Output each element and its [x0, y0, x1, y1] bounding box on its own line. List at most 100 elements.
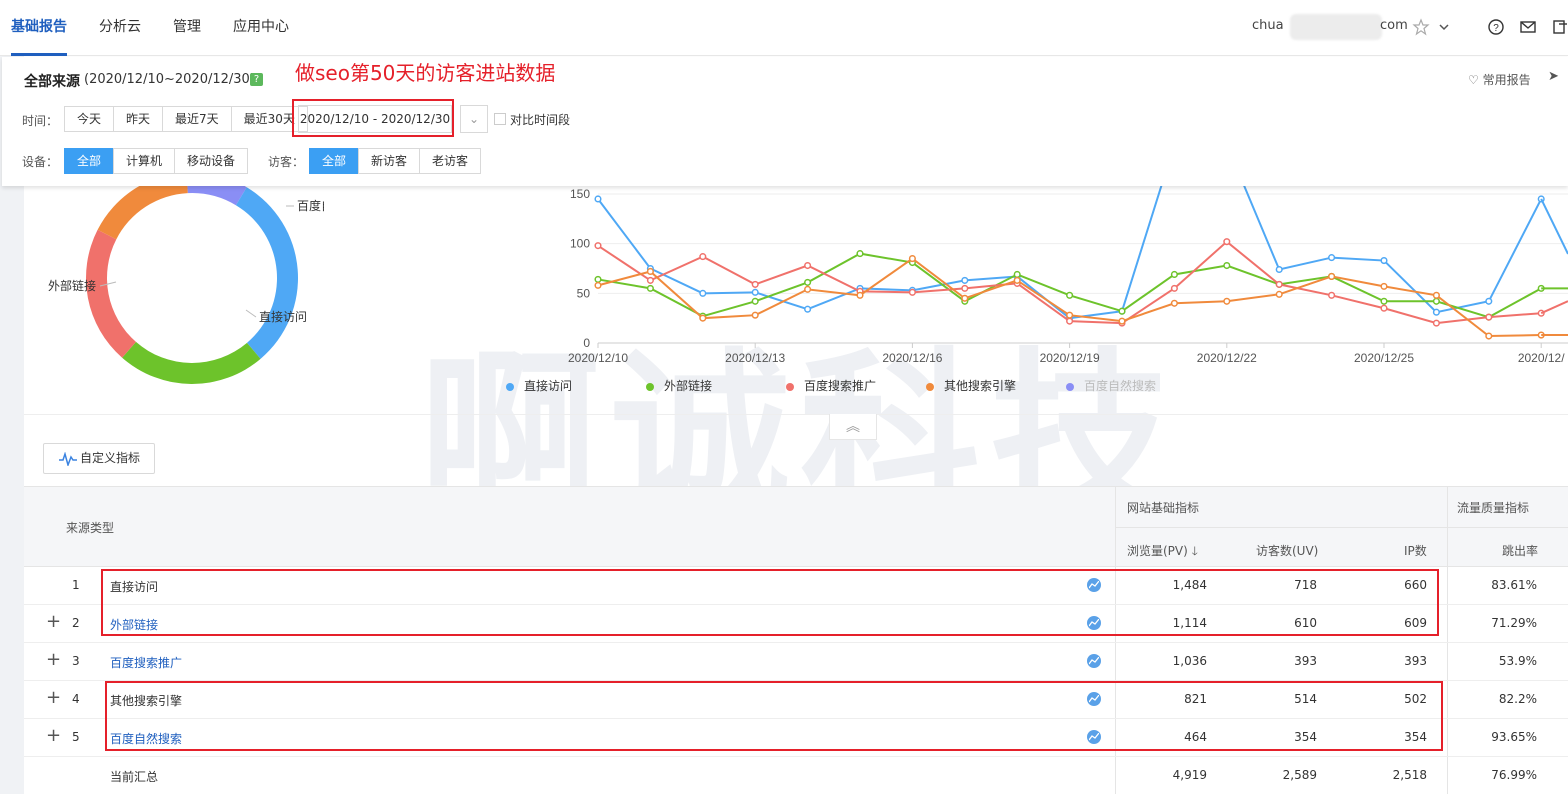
row-source-name: 其他搜索引擎	[110, 694, 183, 708]
row-uv: 354	[1294, 730, 1317, 744]
pulse-icon	[59, 452, 77, 466]
row-uv: 610	[1294, 616, 1317, 630]
table-row: +2 外部链接 1,114 610 609 71.29%	[24, 605, 1568, 643]
time-yesterday-button[interactable]: 昨天	[113, 106, 164, 132]
col-pv[interactable]: 浏览量(PV) 🡓	[1127, 542, 1198, 563]
row-index: 4	[72, 692, 80, 706]
legend-label: 百度搜索推广	[804, 379, 877, 393]
legend-dot	[786, 382, 794, 391]
row-uv: 514	[1294, 692, 1317, 706]
row-ip: 502	[1404, 692, 1427, 706]
total-bounce: 76.99%	[1491, 768, 1537, 782]
device-mobile-button[interactable]: 移动设备	[174, 148, 249, 174]
filter-panel: 全部来源 (2020/12/10~2020/12/30) ? 做seo第50天的…	[2, 57, 1568, 186]
user-account-suffix[interactable]: com	[1380, 18, 1408, 33]
table-row: +4 其他搜索引擎 821 514 502 82.2%	[24, 681, 1568, 719]
chevron-down-icon[interactable]: ⌄	[460, 105, 488, 133]
row-pv: 1,114	[1172, 616, 1207, 630]
legend-item[interactable]: 百度自然搜索	[1066, 377, 1156, 394]
row-ip: 354	[1404, 730, 1427, 744]
nav-basic-report[interactable]: 基础报告	[11, 0, 67, 56]
device-buttons: 全部 计算机 移动设备	[64, 148, 249, 174]
nav-analysis-cloud[interactable]: 分析云	[99, 0, 141, 56]
expand-icon[interactable]: +	[46, 725, 61, 746]
date-range-picker[interactable]: 2020/12/10 - 2020/12/30	[298, 105, 452, 133]
row-uv: 718	[1294, 578, 1317, 592]
group-basic-metrics: 网站基础指标	[1127, 501, 1200, 515]
legend-dot	[506, 382, 514, 391]
row-pv: 821	[1184, 692, 1207, 706]
trend-chart-icon[interactable]	[1087, 616, 1101, 630]
row-pv: 1,036	[1172, 654, 1207, 668]
expand-icon[interactable]: +	[46, 611, 61, 632]
chart-legend: 直接访问 外部链接 百度搜索推广 其他搜索引擎 百度自然搜索	[24, 186, 1568, 416]
device-computer-button[interactable]: 计算机	[113, 148, 176, 174]
row-bounce: 93.65%	[1491, 730, 1537, 744]
time-30days-button[interactable]: 最近30天	[230, 106, 308, 132]
trend-chart-icon[interactable]	[1087, 654, 1101, 668]
visitor-all-button[interactable]: 全部	[309, 148, 360, 174]
trend-chart-icon[interactable]	[1087, 692, 1101, 706]
col-ip[interactable]: IP数	[1404, 542, 1427, 559]
source-table: 来源类型 网站基础指标 流量质量指标 浏览量(PV) 🡓 访客数(UV) IP数…	[24, 486, 1568, 794]
legend-dot	[926, 382, 934, 391]
star-icon[interactable]	[1412, 18, 1430, 36]
row-source-name[interactable]: 外部链接	[110, 616, 158, 633]
chevron-down-icon[interactable]	[1435, 18, 1453, 36]
help-badge[interactable]: ?	[250, 73, 263, 86]
visitor-old-button[interactable]: 老访客	[419, 148, 482, 174]
row-uv: 393	[1294, 654, 1317, 668]
mail-icon[interactable]	[1519, 18, 1537, 36]
group-quality-metrics: 流量质量指标	[1457, 501, 1530, 515]
expand-icon[interactable]: +	[46, 687, 61, 708]
favorites-label: 常用报告	[1482, 73, 1531, 87]
row-bounce: 82.2%	[1498, 692, 1537, 706]
expand-icon[interactable]: +	[46, 649, 61, 670]
row-index: 3	[72, 654, 80, 668]
row-ip: 609	[1404, 616, 1427, 630]
col-bounce[interactable]: 跳出率	[1502, 542, 1538, 559]
row-source-name[interactable]: 百度自然搜索	[110, 730, 182, 747]
device-all-button[interactable]: 全部	[64, 148, 115, 174]
time-7days-button[interactable]: 最近7天	[162, 106, 232, 132]
help-icon[interactable]: ?	[1487, 18, 1505, 36]
user-account-prefix[interactable]: chua	[1252, 18, 1284, 33]
row-bounce: 83.61%	[1491, 578, 1537, 592]
favorites-link[interactable]: ♡ 常用报告	[1468, 71, 1531, 88]
sort-down-icon[interactable]: 🡓	[1192, 544, 1198, 558]
col-pv-label: 浏览量(PV)	[1127, 544, 1188, 558]
visitor-buttons: 全部 新访客 老访客	[309, 148, 482, 174]
table-row: +5 百度自然搜索 464 354 354 93.65%	[24, 719, 1568, 757]
legend-item[interactable]: 百度搜索推广	[786, 377, 876, 394]
row-ip: 393	[1404, 654, 1427, 668]
time-quick-buttons: 今天 昨天 最近7天 最近30天	[64, 106, 308, 132]
heart-icon: ♡	[1468, 73, 1479, 87]
compare-checkbox[interactable]	[494, 113, 506, 125]
legend-dot	[1066, 382, 1074, 391]
visitor-new-button[interactable]: 新访客	[358, 148, 421, 174]
nav-manage[interactable]: 管理	[173, 0, 201, 56]
row-ip: 660	[1404, 578, 1427, 592]
nav-app-center[interactable]: 应用中心	[233, 0, 289, 56]
row-source-name[interactable]: 百度搜索推广	[110, 654, 182, 671]
custom-metrics-button[interactable]: 自定义指标	[43, 443, 155, 474]
col-uv[interactable]: 访客数(UV)	[1256, 542, 1318, 559]
row-index: 1	[72, 578, 80, 592]
page-title: 全部来源	[24, 74, 80, 90]
trend-chart-icon[interactable]	[1087, 578, 1101, 592]
legend-item[interactable]: 直接访问	[506, 377, 572, 394]
trend-chart-icon[interactable]	[1087, 730, 1101, 744]
page-date-range: (2020/12/10~2020/12/30)	[84, 72, 255, 87]
svg-text:?: ?	[1493, 23, 1499, 34]
time-today-button[interactable]: 今天	[64, 106, 115, 132]
header-divider	[1115, 527, 1568, 528]
legend-item[interactable]: 其他搜索引擎	[926, 377, 1016, 394]
legend-item[interactable]: 外部链接	[646, 377, 712, 394]
window-icon[interactable]	[1551, 18, 1568, 36]
total-ip: 2,518	[1392, 768, 1427, 782]
charts-area: 百度自然搜索外部链接直接访问 0501001502020/12/102020/1…	[24, 186, 1568, 416]
table-header: 来源类型 网站基础指标 流量质量指标 浏览量(PV) 🡓 访客数(UV) IP数…	[24, 486, 1568, 568]
send-icon[interactable]: ➤	[1548, 69, 1559, 84]
collapse-chart-button[interactable]: ︽	[829, 414, 877, 440]
visitor-label: 访客：	[268, 155, 305, 169]
